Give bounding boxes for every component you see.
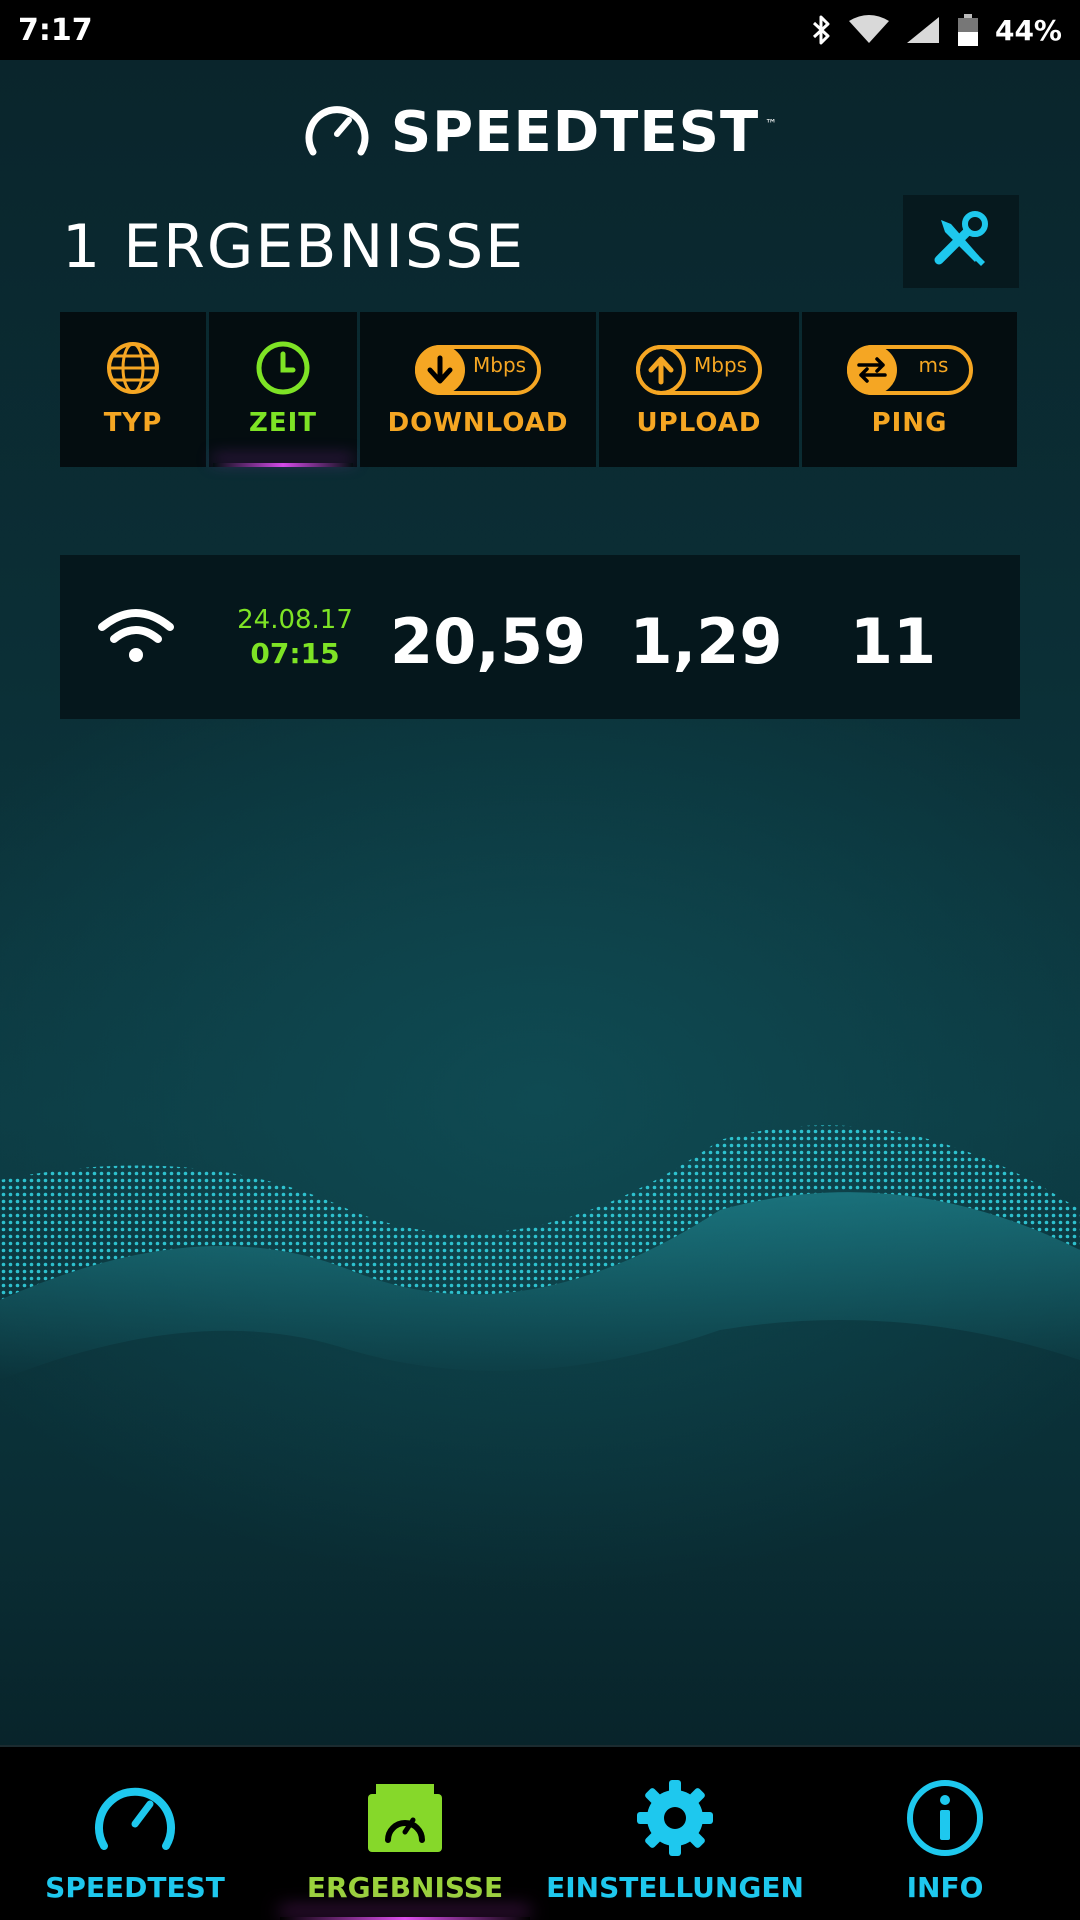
battery-icon [957,14,979,46]
signal-icon [905,15,941,45]
result-date: 24.08.17 [237,605,353,635]
gear-icon [635,1778,715,1862]
wifi-icon [848,15,889,45]
results-folder-icon [362,1780,448,1860]
bottom-navigation: SPEEDTEST ERGEBNISSE EINSTELLUNGEN INFO [0,1745,1080,1920]
column-typ[interactable]: TYP [60,312,206,467]
status-icons: 44% [811,14,1062,47]
battery-percent: 44% [994,13,1062,47]
column-label-ping: PING [871,408,948,438]
upload-unit: Mbps [694,353,748,377]
results-title: 1 ERGEBNISSE [62,212,526,282]
upload-unit-pill: Mbps [636,345,762,395]
bluetooth-icon [811,14,833,46]
column-zeit[interactable]: ZEIT [209,312,357,467]
ping-unit: ms [918,353,949,377]
app-header: SPEEDTEST ™ [0,92,1080,172]
globe-icon [106,341,160,399]
column-label-upload: UPLOAD [636,408,762,438]
column-label-download: DOWNLOAD [387,408,569,438]
nav-einstellungen[interactable]: EINSTELLUNGEN [540,1747,810,1920]
status-time: 7:17 [18,12,93,48]
column-ping[interactable]: ms PING [802,312,1017,467]
result-upload: 1,29 [629,605,783,678]
decorative-wave [0,1125,1080,1380]
ping-icon [846,345,897,395]
brand-title: SPEEDTEST [390,99,760,165]
nav-label-info: INFO [906,1871,984,1904]
nav-info[interactable]: INFO [840,1747,1050,1920]
tools-icon [931,210,991,274]
status-bar: 7:17 44% [0,0,1080,60]
download-icon [415,345,465,395]
results-column-header: TYP ZEIT Mbps DOWNLOAD Mbps UPLOAD ms PI… [60,312,1020,467]
column-upload[interactable]: Mbps UPLOAD [599,312,799,467]
column-download[interactable]: Mbps DOWNLOAD [360,312,596,467]
tools-button[interactable] [903,195,1019,288]
upload-icon [636,345,686,395]
nav-speedtest[interactable]: SPEEDTEST [20,1747,250,1920]
trademark: ™ [765,117,778,131]
nav-label-ergebnisse: ERGEBNISSE [306,1871,504,1904]
result-row[interactable]: 24.08.17 07:15 20,59 1,29 11 [60,555,1020,719]
download-unit-pill: Mbps [415,345,541,395]
result-ping: 11 [849,605,937,678]
speedometer-icon [92,1780,178,1860]
nav-label-speedtest: SPEEDTEST [45,1871,225,1904]
download-unit: Mbps [473,353,527,377]
ping-unit-pill: ms [846,345,973,395]
wifi-icon [98,609,174,669]
result-download: 20,59 [390,605,587,678]
nav-label-einstellungen: EINSTELLUNGEN [546,1871,804,1904]
nav-ergebnisse[interactable]: ERGEBNISSE [280,1747,530,1920]
result-time: 07:15 [250,637,340,670]
info-icon [905,1778,985,1862]
clock-icon [255,340,311,400]
column-label-zeit: ZEIT [248,408,318,438]
speedometer-icon [303,100,371,164]
column-label-typ: TYP [103,408,163,438]
